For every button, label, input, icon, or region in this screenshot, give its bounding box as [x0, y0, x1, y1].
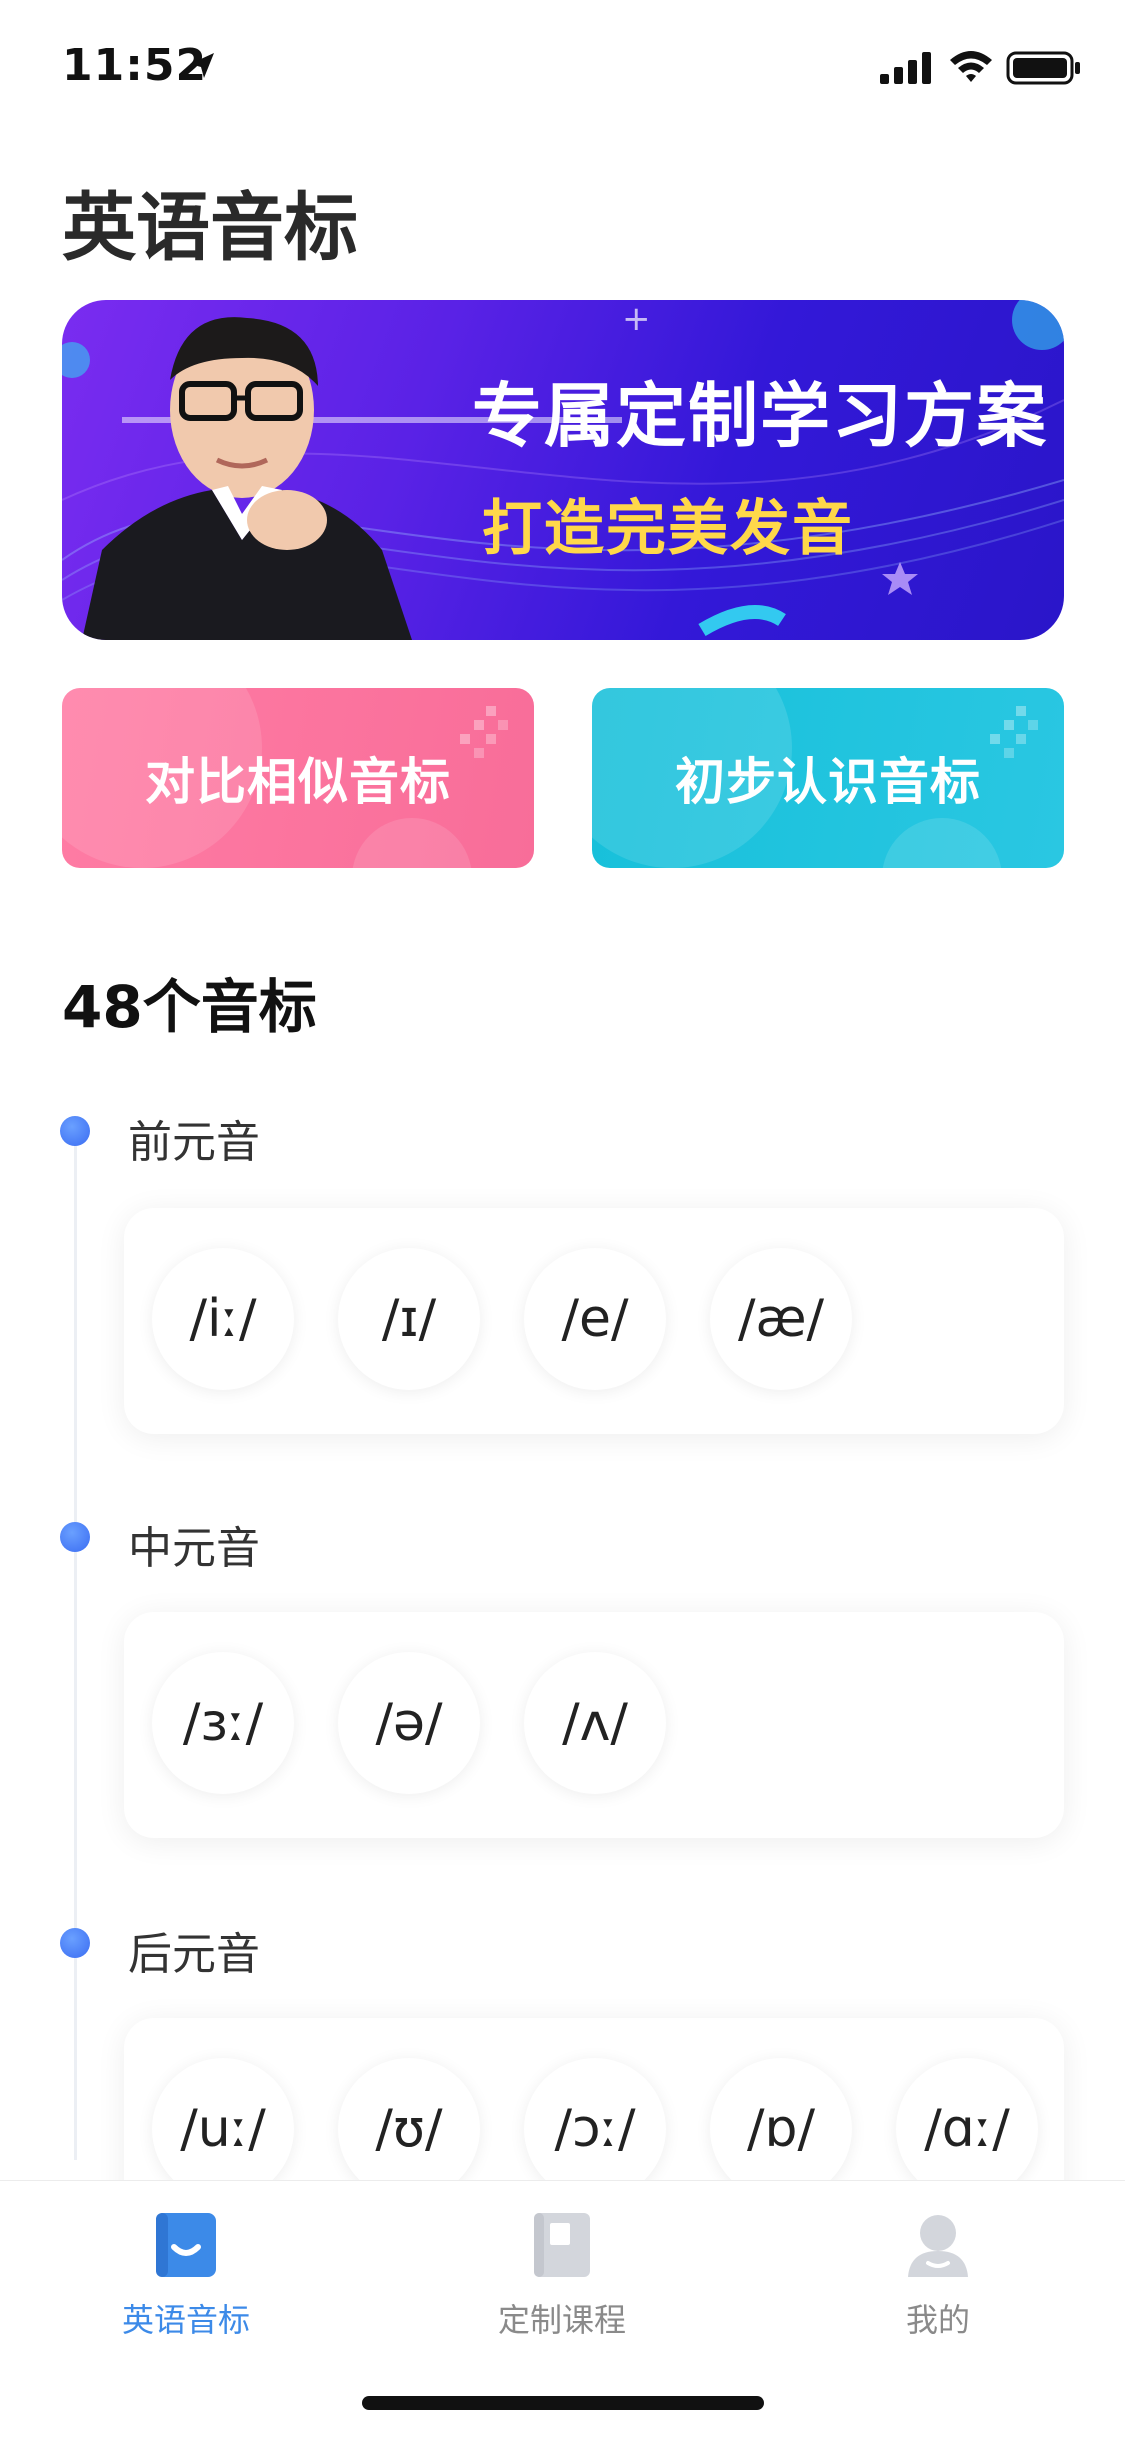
compare-similar-phonemes-button[interactable]: 对比相似音标 — [62, 688, 534, 868]
group-title: 前元音 — [128, 1117, 260, 1168]
person-icon — [908, 2215, 968, 2277]
timeline-line — [74, 1140, 77, 2160]
section-heading: 48个音标 — [62, 973, 317, 1041]
decor-bubble — [882, 818, 1002, 868]
decor-bubble — [352, 818, 472, 868]
page-title: 英语音标 — [62, 185, 358, 271]
phoneme-button[interactable]: /iː/ — [152, 1248, 294, 1390]
banner-subtitle: 打造完美发音 — [482, 494, 854, 564]
svg-text:+: + — [622, 300, 651, 339]
location-arrow-icon — [190, 53, 214, 78]
teacher-portrait-image — [82, 317, 412, 640]
phoneme-button[interactable]: /æ/ — [710, 1248, 852, 1390]
feature-label: 初步认识音标 — [675, 753, 981, 811]
group-title: 中元音 — [128, 1523, 260, 1574]
tab-english-phonetics[interactable]: 英语音标 — [56, 2181, 316, 2361]
feature-label: 对比相似音标 — [145, 753, 451, 811]
decor-dots-icon — [460, 706, 508, 758]
battery-icon — [1006, 51, 1080, 85]
promo-banner[interactable]: + 专属定制学习方案 打造完美发音 — [62, 300, 1064, 640]
phoneme-button[interactable]: /uː/ — [152, 2058, 294, 2200]
tab-label: 我的 — [905, 2301, 970, 2339]
status-bar: 11:52 — [0, 0, 1125, 132]
group-title: 后元音 — [128, 1929, 260, 1980]
intro-phonemes-button[interactable]: 初步认识音标 — [592, 688, 1064, 868]
phoneme-button[interactable]: /e/ — [524, 1248, 666, 1390]
phoneme-button[interactable]: /ə/ — [338, 1652, 480, 1794]
smile-book-icon — [156, 2213, 216, 2277]
phoneme-button[interactable]: /ɑː/ — [896, 2058, 1038, 2200]
wifi-icon — [950, 51, 992, 82]
cellular-signal-icon — [880, 52, 931, 84]
home-indicator — [362, 2396, 764, 2410]
phoneme-card: /ɜː/ /ə/ /ʌ/ — [124, 1612, 1064, 1838]
phoneme-card: /iː/ /ɪ/ /e/ /æ/ — [124, 1208, 1064, 1434]
tab-label: 英语音标 — [121, 2301, 250, 2339]
decor-dots-icon — [990, 706, 1038, 758]
tab-my-profile[interactable]: 我的 — [808, 2181, 1068, 2361]
phoneme-button[interactable]: /ʊ/ — [338, 2058, 480, 2200]
phoneme-button[interactable]: /ɒ/ — [710, 2058, 852, 2200]
banner-title: 专属定制学习方案 — [472, 375, 1048, 457]
group-dot — [60, 1522, 90, 1552]
phoneme-button[interactable]: /ɜː/ — [152, 1652, 294, 1794]
phoneme-button[interactable]: /ʌ/ — [524, 1652, 666, 1794]
tab-label: 定制课程 — [497, 2301, 626, 2339]
group-dot — [60, 1116, 90, 1146]
phoneme-button[interactable]: /ɔː/ — [524, 2058, 666, 2200]
group-dot — [60, 1928, 90, 1958]
tab-custom-courses[interactable]: 定制课程 — [432, 2181, 692, 2361]
phoneme-button[interactable]: /ɪ/ — [338, 1248, 480, 1390]
book-icon — [534, 2213, 590, 2277]
